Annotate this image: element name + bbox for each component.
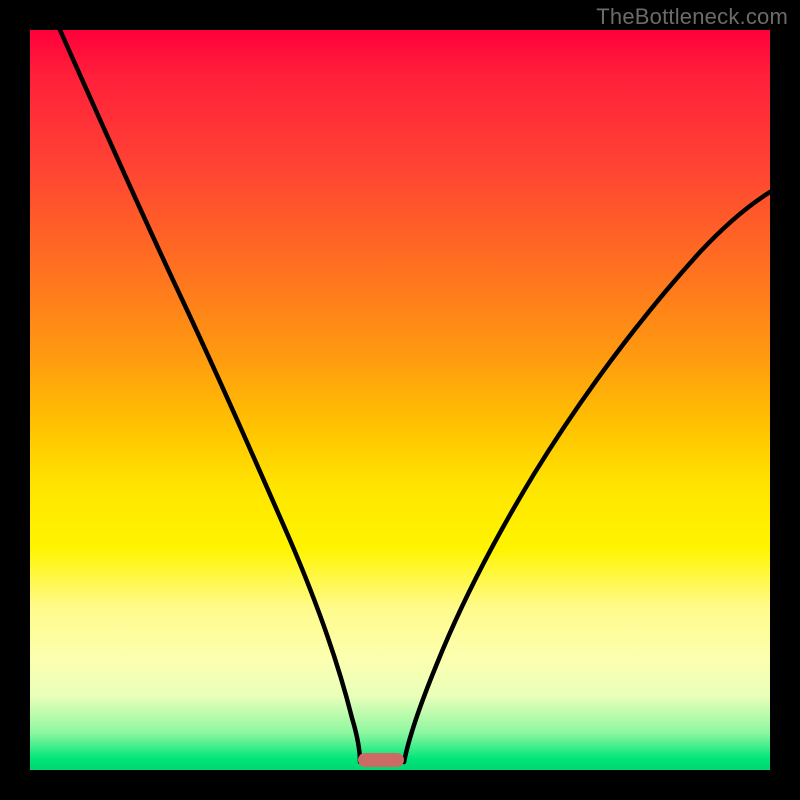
right-curve — [404, 192, 770, 762]
watermark-text: TheBottleneck.com — [596, 4, 788, 30]
plot-area — [30, 30, 770, 770]
left-curve — [60, 30, 360, 762]
curves-svg — [30, 30, 770, 770]
chart-frame: TheBottleneck.com — [0, 0, 800, 800]
bottleneck-marker — [358, 753, 404, 767]
